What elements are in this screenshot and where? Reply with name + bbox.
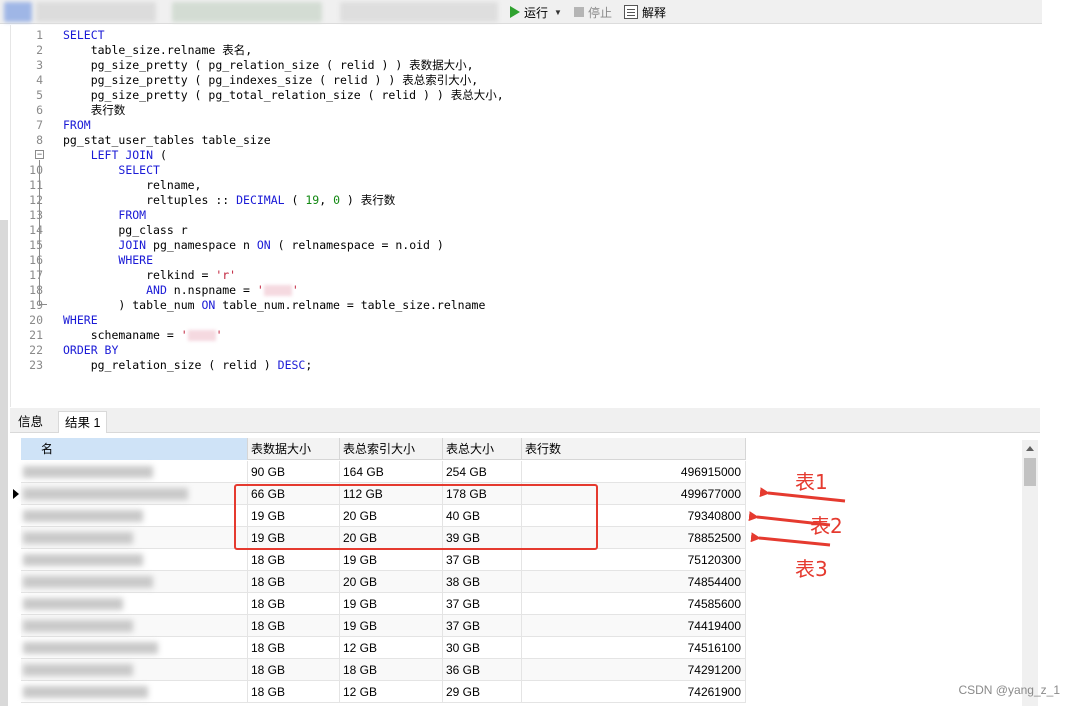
annotation-label-3: 表3 xyxy=(795,557,828,581)
arrow-3 xyxy=(750,532,831,547)
watermark: CSDN @yang_z_1 xyxy=(958,683,1060,697)
annotation-label-1: 表1 xyxy=(795,470,828,494)
annotation-arrows xyxy=(748,487,846,547)
annotation-label-2: 表2 xyxy=(810,514,843,538)
